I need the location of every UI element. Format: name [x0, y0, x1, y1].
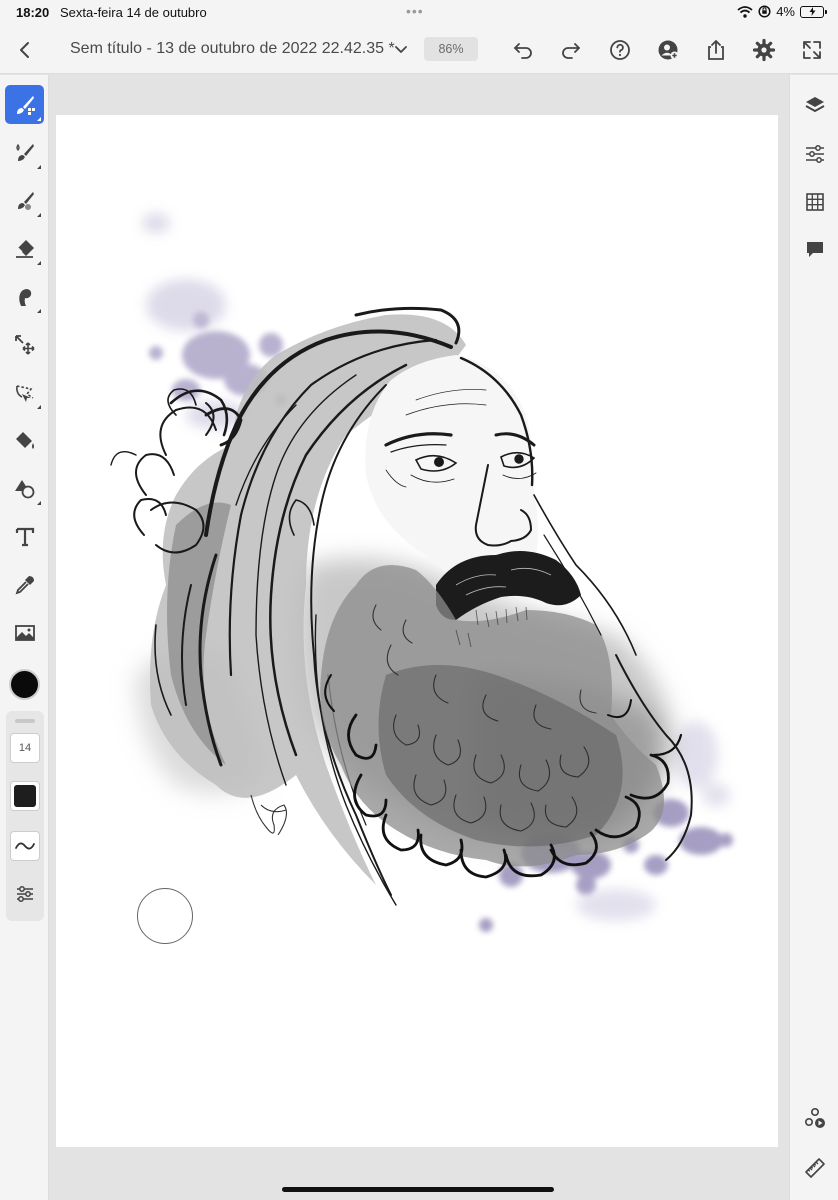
- grid-icon: [806, 193, 824, 211]
- wifi-icon: [737, 5, 753, 18]
- brush-size-control[interactable]: 14: [10, 733, 40, 763]
- chevron-down-icon: [395, 46, 407, 53]
- lasso-select-icon: [15, 384, 33, 402]
- eyedropper-tool[interactable]: [5, 565, 44, 604]
- color-picker-swatch[interactable]: [9, 669, 40, 700]
- ruler-icon: [805, 1158, 825, 1178]
- eraser-tool[interactable]: [5, 229, 44, 268]
- help-icon: [610, 40, 630, 60]
- redo-button[interactable]: [558, 37, 584, 63]
- artboard[interactable]: [56, 115, 778, 1147]
- smudge-tool[interactable]: [5, 277, 44, 316]
- help-button[interactable]: [607, 37, 633, 63]
- smudge-icon: [18, 288, 31, 306]
- tool-submenu-indicator: [37, 213, 41, 217]
- top-toolbar: Sem título - 13 de outubro de 2022 22.42…: [0, 26, 838, 74]
- eraser-icon: [15, 239, 34, 258]
- tool-submenu-indicator: [37, 165, 41, 169]
- status-time: 18:20: [16, 5, 50, 20]
- brush-settings-button[interactable]: [12, 881, 38, 907]
- status-bar: 18:20 Sexta-feira 14 de outubro ••• 4%: [0, 0, 838, 26]
- tool-submenu-indicator: [37, 405, 41, 409]
- brush-smoothing-control[interactable]: [10, 831, 40, 861]
- fullscreen-button[interactable]: [799, 37, 825, 63]
- share-icon: [708, 40, 724, 60]
- home-indicator[interactable]: [282, 1187, 554, 1192]
- live-brush-tool[interactable]: [5, 133, 44, 172]
- lasso-select-tool[interactable]: [5, 373, 44, 412]
- right-panel-rail: [789, 75, 838, 1200]
- artist-signature: [250, 794, 287, 836]
- text-icon: [15, 527, 34, 546]
- status-indicators: 4%: [737, 4, 827, 19]
- brush-cursor: [137, 888, 193, 944]
- fill-tool[interactable]: [5, 421, 44, 460]
- brush-opacity-control[interactable]: [10, 781, 40, 811]
- smoothing-wave-icon: [15, 842, 35, 850]
- add-user-icon: [658, 40, 679, 60]
- left-tool-rail: 14: [0, 75, 49, 1200]
- eyedropper-icon: [15, 575, 34, 594]
- comments-button[interactable]: [802, 237, 828, 263]
- orientation-lock-icon: [758, 5, 771, 18]
- brush-live-icon: [15, 143, 34, 161]
- tool-submenu-indicator: [37, 117, 41, 121]
- undo-icon: [514, 43, 532, 59]
- invite-button[interactable]: [655, 37, 681, 63]
- adjustments-button[interactable]: [802, 141, 828, 167]
- tool-submenu-indicator: [37, 501, 41, 505]
- text-tool[interactable]: [5, 517, 44, 556]
- grid-button[interactable]: [802, 189, 828, 215]
- undo-button[interactable]: [510, 37, 536, 63]
- back-button[interactable]: [14, 38, 36, 62]
- panel-handle[interactable]: [15, 719, 35, 723]
- battery-icon: [800, 5, 827, 18]
- tool-submenu-indicator: [37, 261, 41, 265]
- shapes-icon: [14, 479, 34, 498]
- brush-vector-icon: [17, 191, 34, 210]
- fill-bucket-icon: [15, 431, 34, 449]
- tool-submenu-indicator: [37, 309, 41, 313]
- battery-percent: 4%: [776, 4, 795, 19]
- back-icon: [20, 42, 29, 58]
- document-title[interactable]: Sem título - 13 de outubro de 2022 22.42…: [70, 40, 395, 58]
- settings-button[interactable]: [751, 37, 777, 63]
- portrait-artwork: [110, 213, 733, 932]
- brush-pixel-icon: [16, 95, 35, 115]
- image-icon: [14, 624, 35, 641]
- fullscreen-icon: [803, 41, 821, 59]
- share-live-icon: [804, 1107, 825, 1128]
- image-tool[interactable]: [5, 613, 44, 652]
- canvas-area[interactable]: [50, 75, 788, 1200]
- opacity-swatch: [14, 785, 36, 807]
- move-transform-icon: [14, 334, 35, 355]
- layers-icon: [805, 97, 825, 112]
- title-menu-button[interactable]: [392, 40, 410, 58]
- pixel-brush-tool[interactable]: [5, 85, 44, 124]
- comment-icon: [807, 242, 823, 257]
- sliders-icon: [17, 886, 33, 902]
- shapes-tool[interactable]: [5, 469, 44, 508]
- adjustments-icon: [806, 145, 824, 163]
- gear-icon: [752, 38, 776, 62]
- share-button[interactable]: [703, 37, 729, 63]
- livestream-button[interactable]: [802, 1105, 828, 1131]
- status-date: Sexta-feira 14 de outubro: [60, 5, 207, 20]
- zoom-level[interactable]: 86%: [424, 37, 478, 61]
- multitasking-dots[interactable]: •••: [406, 3, 424, 19]
- redo-icon: [562, 43, 580, 59]
- layers-button[interactable]: [802, 93, 828, 119]
- ruler-button[interactable]: [802, 1155, 828, 1181]
- move-transform-tool[interactable]: [5, 325, 44, 364]
- brush-settings-panel: 14: [6, 711, 44, 921]
- vector-brush-tool[interactable]: [5, 181, 44, 220]
